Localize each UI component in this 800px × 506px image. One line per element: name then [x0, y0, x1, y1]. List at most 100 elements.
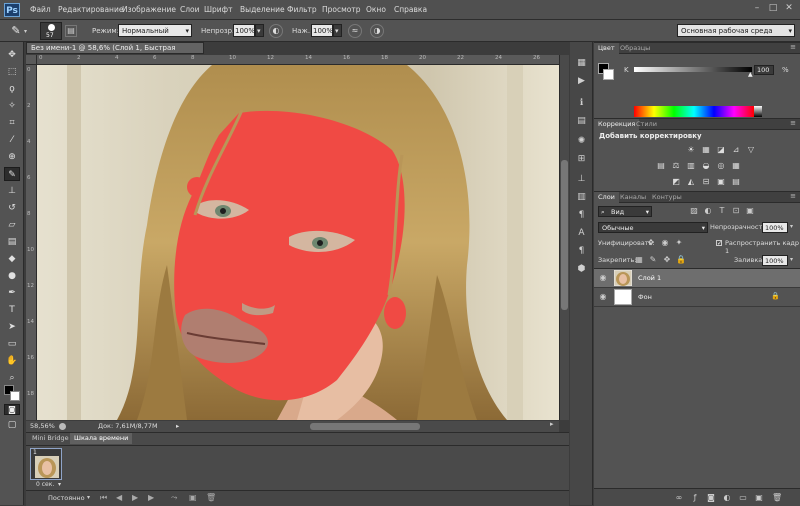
hue-saturation-icon[interactable]: ▤	[656, 161, 666, 171]
chevron-down-icon[interactable]: ▾	[58, 481, 61, 488]
panel-menu-icon[interactable]: ≡	[790, 192, 796, 200]
tab-timeline[interactable]: Шкала времени	[70, 433, 133, 444]
filter-smart-object-icon[interactable]: ▣	[745, 206, 755, 216]
flow-dropdown[interactable]: ▾	[333, 24, 342, 37]
panel-menu-icon[interactable]: ≡	[790, 43, 796, 51]
trash-icon[interactable]: 🗑	[772, 493, 782, 503]
link-icon[interactable]: ∞	[674, 493, 684, 503]
propagate-checkbox[interactable]: ✓	[716, 240, 722, 247]
menu-file[interactable]: Файл	[30, 0, 51, 20]
brush-tool-icon[interactable]: ✎	[8, 23, 24, 39]
slider-handle-icon[interactable]: ▲	[748, 71, 753, 78]
eye-icon[interactable]: ◉	[598, 292, 608, 302]
brush-presets-panel-icon[interactable]: ✺	[574, 134, 589, 148]
add-mask-icon[interactable]: ◙	[706, 493, 716, 503]
gradient-tool-icon[interactable]: ▤	[4, 235, 20, 249]
grayscale-bar[interactable]	[754, 106, 762, 117]
blend-mode-select[interactable]: Обычные ▾	[598, 222, 708, 233]
unify-visibility-icon[interactable]: ◉	[660, 238, 670, 248]
tab-swatches[interactable]: Образцы	[616, 43, 654, 54]
healing-tool-icon[interactable]: ⊕	[4, 150, 20, 164]
background-color-swatch[interactable]	[10, 391, 20, 401]
status-info-icon[interactable]	[59, 423, 66, 430]
glyphs-panel-icon[interactable]: ¶	[574, 208, 589, 222]
k-value-input[interactable]: 100	[754, 65, 774, 75]
levels-icon[interactable]: ▦	[701, 145, 711, 155]
ruler-origin[interactable]	[26, 55, 37, 65]
history-brush-icon[interactable]: ↺	[4, 201, 20, 215]
exposure-icon[interactable]: ⊿	[731, 145, 741, 155]
black-white-icon[interactable]: ▥	[686, 161, 696, 171]
path-select-tool-icon[interactable]: ➤	[4, 320, 20, 334]
adjustment-layer-icon[interactable]: ◐	[722, 493, 732, 503]
new-layer-icon[interactable]: ▣	[754, 493, 764, 503]
frame-time[interactable]: 0 сек.	[36, 481, 54, 488]
color-balance-icon[interactable]: ⚖	[671, 161, 681, 171]
menu-type[interactable]: Шрифт	[204, 0, 232, 20]
eraser-tool-icon[interactable]: ▱	[4, 218, 20, 232]
filter-type-icon[interactable]: T	[717, 206, 727, 216]
brush-panel-icon[interactable]: ▤	[65, 25, 77, 37]
menu-edit[interactable]: Редактирование	[58, 0, 123, 20]
brush-tool-icon[interactable]: ✎	[4, 167, 20, 181]
vertical-scrollbar[interactable]	[559, 55, 569, 420]
brush-preset-picker[interactable]: 57	[40, 22, 62, 40]
curves-icon[interactable]: ◪	[716, 145, 726, 155]
threshold-icon[interactable]: ⊟	[701, 177, 711, 187]
maximize-icon[interactable]: □	[766, 2, 780, 14]
layer-filter-select[interactable]: ⌕ Вид ▾	[598, 206, 652, 217]
color-lookup-icon[interactable]: ▦	[731, 161, 741, 171]
menu-help[interactable]: Справка	[394, 0, 427, 20]
swatch-panel-icon[interactable]: ▥	[574, 190, 589, 204]
tab-styles[interactable]: Стили	[632, 119, 661, 130]
actions-panel-icon[interactable]: ▶	[574, 74, 589, 88]
unify-style-icon[interactable]: ✦	[674, 238, 684, 248]
new-group-icon[interactable]: ▭	[738, 493, 748, 503]
opacity-input[interactable]: 100%	[233, 24, 255, 37]
close-icon[interactable]: ✕	[782, 2, 796, 14]
play-icon[interactable]: ▶	[132, 493, 138, 502]
type-tool-icon[interactable]: T	[4, 303, 20, 317]
character-panel-icon[interactable]: A	[574, 226, 589, 240]
unify-position-icon[interactable]: ✥	[646, 238, 656, 248]
chevron-down-icon[interactable]: ▾	[790, 223, 793, 230]
crop-tool-icon[interactable]: ⌗	[4, 116, 20, 130]
channel-mixer-icon[interactable]: ◎	[716, 161, 726, 171]
brush-panel-icon[interactable]: ⊞	[574, 152, 589, 166]
pressure-size-icon[interactable]: ◑	[370, 24, 384, 38]
menu-select[interactable]: Выделение	[240, 0, 285, 20]
info-panel-icon[interactable]: ℹ	[574, 96, 589, 110]
history-panel-icon[interactable]: ▦	[574, 56, 589, 70]
lock-pixels-icon[interactable]: ✎	[648, 255, 658, 265]
panel-menu-icon[interactable]: ≡	[790, 119, 796, 127]
eyedropper-tool-icon[interactable]: ⁄	[4, 133, 20, 147]
document-canvas[interactable]	[37, 65, 559, 420]
menu-filter[interactable]: Фильтр	[287, 0, 317, 20]
chevron-down-icon[interactable]: ▾	[790, 256, 793, 263]
dodge-tool-icon[interactable]: ●	[4, 269, 20, 283]
invert-icon[interactable]: ◩	[671, 177, 681, 187]
shape-tool-icon[interactable]: ▭	[4, 337, 20, 351]
stamp-tool-icon[interactable]: ⊥	[4, 184, 20, 198]
blur-tool-icon[interactable]: ◆	[4, 252, 20, 266]
gradient-map-icon[interactable]: ▣	[716, 177, 726, 187]
filter-adjustment-icon[interactable]: ◐	[703, 206, 713, 216]
first-frame-icon[interactable]: ⏮	[100, 493, 107, 503]
vibrance-icon[interactable]: ▽	[746, 145, 756, 155]
marquee-tool-icon[interactable]: ⬚	[4, 65, 20, 79]
quick-mask-icon[interactable]: ◙	[4, 404, 20, 415]
minimize-icon[interactable]: –	[750, 2, 764, 14]
k-slider-track[interactable]	[634, 67, 752, 72]
zoom-tool-icon[interactable]: ⌕	[4, 371, 20, 385]
lock-transparency-icon[interactable]: ▦	[634, 255, 644, 265]
chevron-down-icon[interactable]: ▾	[24, 28, 27, 35]
menu-image[interactable]: Изображение	[122, 0, 176, 20]
horizontal-scrollbar[interactable]: ▸	[190, 420, 559, 432]
clone-source-panel-icon[interactable]: ⊥	[574, 172, 589, 186]
quick-select-tool-icon[interactable]: ✧	[4, 99, 20, 113]
move-tool-icon[interactable]: ✥	[4, 48, 20, 62]
filter-pixel-icon[interactable]: ▨	[689, 206, 699, 216]
workspace-select[interactable]: Основная рабочая среда ▾	[677, 24, 795, 37]
photo-filter-icon[interactable]: ◒	[701, 161, 711, 171]
next-frame-icon[interactable]: ▶	[148, 493, 154, 502]
